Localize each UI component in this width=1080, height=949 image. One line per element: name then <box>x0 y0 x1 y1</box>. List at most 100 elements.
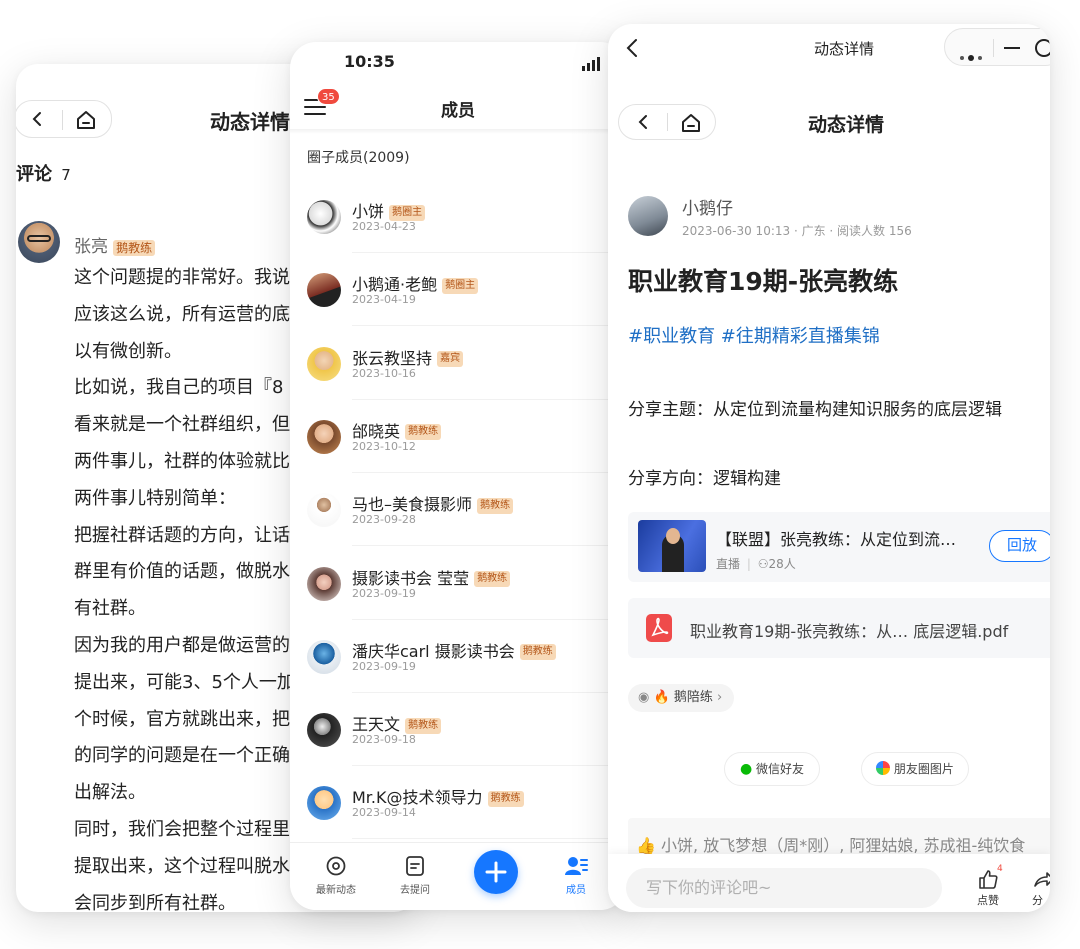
back-icon[interactable] <box>29 111 45 127</box>
comment-input[interactable]: 写下你的评论吧~ <box>626 868 942 908</box>
member-row[interactable]: 邰晓英 鹅教练 2023-10-12 <box>290 400 626 473</box>
tab-latest[interactable]: 最新动态 <box>296 843 376 896</box>
chip-label: 鹅陪练 <box>673 690 713 705</box>
member-name-row: Mr.K@技术领导力 鹅教练 <box>352 784 524 808</box>
commenter-avatar[interactable] <box>18 221 60 263</box>
share-moments-button[interactable]: 朋友圈图片 <box>861 752 969 786</box>
member-avatar[interactable] <box>307 493 341 528</box>
create-post-button[interactable] <box>474 850 518 894</box>
member-join-date: 2023-10-12 <box>352 439 416 453</box>
member-join-date: 2023-09-28 <box>352 513 416 527</box>
replay-button[interactable]: 回放 <box>989 530 1050 562</box>
tab-members[interactable]: 成员 <box>536 843 616 896</box>
moments-icon <box>876 761 891 775</box>
chevron-right-icon: › <box>716 690 723 705</box>
like-button[interactable]: 点赞 <box>970 868 1006 908</box>
record-icon: ◉ <box>638 690 650 705</box>
comment-line: 提出来，可能3、5个人一加 <box>74 671 295 693</box>
member-badge: 鹅教练 <box>405 424 442 441</box>
member-name-row: 小鹅通·老鲍 鹅圈主 <box>352 271 479 295</box>
comment-line: 因为我的用户都是做运营的 <box>74 635 290 656</box>
bottom-tabbar: 最新动态 去提问 成员 <box>290 842 626 910</box>
live-viewers: 28人 <box>768 557 796 571</box>
page-title: 动态详情 <box>210 110 290 134</box>
plus-icon <box>485 861 507 883</box>
member-row[interactable]: 马也–美食摄影师 鹅教练 2023-09-28 <box>290 473 626 547</box>
file-card[interactable]: 职业教育19期-张亮教练：从… 底层逻辑.pdf <box>628 598 1050 658</box>
comment-bar: 写下你的评论吧~ 点赞 4 分 <box>608 854 1050 912</box>
top-title: 动态详情 <box>814 40 875 58</box>
member-row[interactable]: 张云教坚持 嘉宾 2023-10-16 <box>290 327 626 400</box>
member-name-row: 潘庆华carl 摄影读书会 鹅教练 <box>352 638 556 662</box>
member-join-date: 2023-09-19 <box>352 659 416 673</box>
more-icon[interactable] <box>959 46 985 65</box>
thumbs-up-icon <box>979 870 998 889</box>
member-avatar[interactable] <box>307 639 341 674</box>
comment-line: 比如说，我自己的项目『8 <box>74 377 284 399</box>
member-avatar[interactable] <box>307 786 341 821</box>
member-avatar[interactable] <box>307 419 341 454</box>
tab-ask-label: 去提问 <box>400 885 430 896</box>
comment-line: 两件事儿特别简单： <box>74 487 236 509</box>
status-time: 10:35 <box>344 52 395 71</box>
topic-line: 分享主题：从定位到流量构建知识服务的底层逻辑 <box>628 400 1002 420</box>
comment-line: 的同学的问题是在一个正确 <box>74 745 290 767</box>
commenter-name[interactable]: 张亮 <box>74 237 108 257</box>
thumb-icon: 👍 <box>636 836 656 855</box>
live-title: 【联盟】张亮教练：从定位到流… <box>716 530 957 549</box>
practice-chip[interactable]: ◉ 🔥 鹅陪练 › <box>628 684 735 712</box>
home-icon[interactable] <box>75 109 97 131</box>
member-name: 邰晓英 <box>352 421 401 441</box>
right-post-detail-panel: 动态详情 动态详情 小鹅仔 2023-06-30 10:13 · 广东 · 阅读… <box>608 24 1050 912</box>
member-row[interactable]: Mr.K@技术领导力 鹅教练 2023-09-14 <box>290 766 626 840</box>
member-join-date: 2023-09-14 <box>352 806 416 820</box>
member-row[interactable]: 潘庆华carl 摄影读书会 鹅教练 2023-09-19 <box>290 620 626 693</box>
member-name: 王天文 <box>352 715 401 735</box>
member-name-row: 小饼 鹅圈主 <box>352 198 426 222</box>
member-name: 马也–美食摄影师 <box>352 495 473 515</box>
minimize-icon[interactable] <box>1004 47 1020 49</box>
commenter-badge: 鹅教练 <box>113 239 156 256</box>
post-title: 职业教育19期-张亮教练 <box>628 267 899 296</box>
member-row[interactable]: 小饼 鹅圈主 2023-04-23 <box>290 180 626 253</box>
member-row[interactable]: 小鹅通·老鲍 鹅圈主 2023-04-19 <box>290 253 626 327</box>
viewers-icon: ⚇ <box>757 557 769 571</box>
member-name-row: 摄影读书会 莹莹 鹅教练 <box>352 565 511 589</box>
members-panel: 10:35 35 成员 圈子成员(2009) 小饼 鹅圈主 2023-04-23 小… <box>290 42 626 910</box>
member-avatar[interactable] <box>307 200 341 234</box>
member-name: 潘庆华carl 摄影读书会 <box>352 641 515 661</box>
close-circle-icon[interactable] <box>1035 39 1050 57</box>
comments-heading: 评论 7 <box>16 160 71 186</box>
author-avatar[interactable] <box>628 196 668 236</box>
member-avatar[interactable] <box>307 346 341 381</box>
member-name-row: 马也–美食摄影师 鹅教练 <box>352 491 514 515</box>
live-thumbnail <box>638 520 706 572</box>
author-name[interactable]: 小鹅仔 <box>682 194 733 219</box>
chat-icon <box>326 856 346 876</box>
live-card[interactable]: 【联盟】张亮教练：从定位到流… 直播 | ⚇28人 回放 <box>628 512 1050 582</box>
member-avatar[interactable] <box>307 273 341 308</box>
share-button[interactable]: 分 <box>1032 868 1050 908</box>
like-count: 4 <box>997 864 1003 874</box>
share-icon <box>1034 872 1050 887</box>
share-label: 分 <box>1032 894 1043 907</box>
tab-members-label: 成员 <box>566 885 586 896</box>
post-tags[interactable]: #职业教育 #往期精彩直播集锦 <box>628 322 880 348</box>
tab-ask[interactable]: 去提问 <box>375 843 455 896</box>
page-title: 动态详情 <box>807 114 884 136</box>
comment-line: 出解法。 <box>74 782 146 804</box>
member-row[interactable]: 王天文 鹅教练 2023-09-18 <box>290 693 626 767</box>
post-meta: 2023-06-30 10:13 · 广东 · 阅读人数 156 <box>682 224 912 238</box>
likers[interactable]: 小饼, 放飞梦想（周*刚）, 阿狸姑娘, 苏成祖-纯饮食 <box>661 836 1025 855</box>
member-badge: 鹅教练 <box>405 717 442 734</box>
member-row[interactable]: 摄影读书会 莹莹 鹅教练 2023-09-19 <box>290 547 626 620</box>
share-moments-label: 朋友圈图片 <box>893 762 954 776</box>
likes-text: 👍 小饼, 放飞梦想（周*刚）, 阿狸姑娘, 苏成祖-纯饮食 <box>636 832 1025 856</box>
share-wechat-button[interactable]: ● 微信好友 <box>724 752 820 786</box>
comment-line: 这个问题提的非常好。我说 <box>74 267 290 288</box>
member-badge: 嘉宾 <box>437 351 464 368</box>
back-icon[interactable] <box>624 38 640 58</box>
member-avatar[interactable] <box>307 566 341 601</box>
member-avatar[interactable] <box>307 713 341 748</box>
comment-line: 以有微创新。 <box>74 340 182 362</box>
